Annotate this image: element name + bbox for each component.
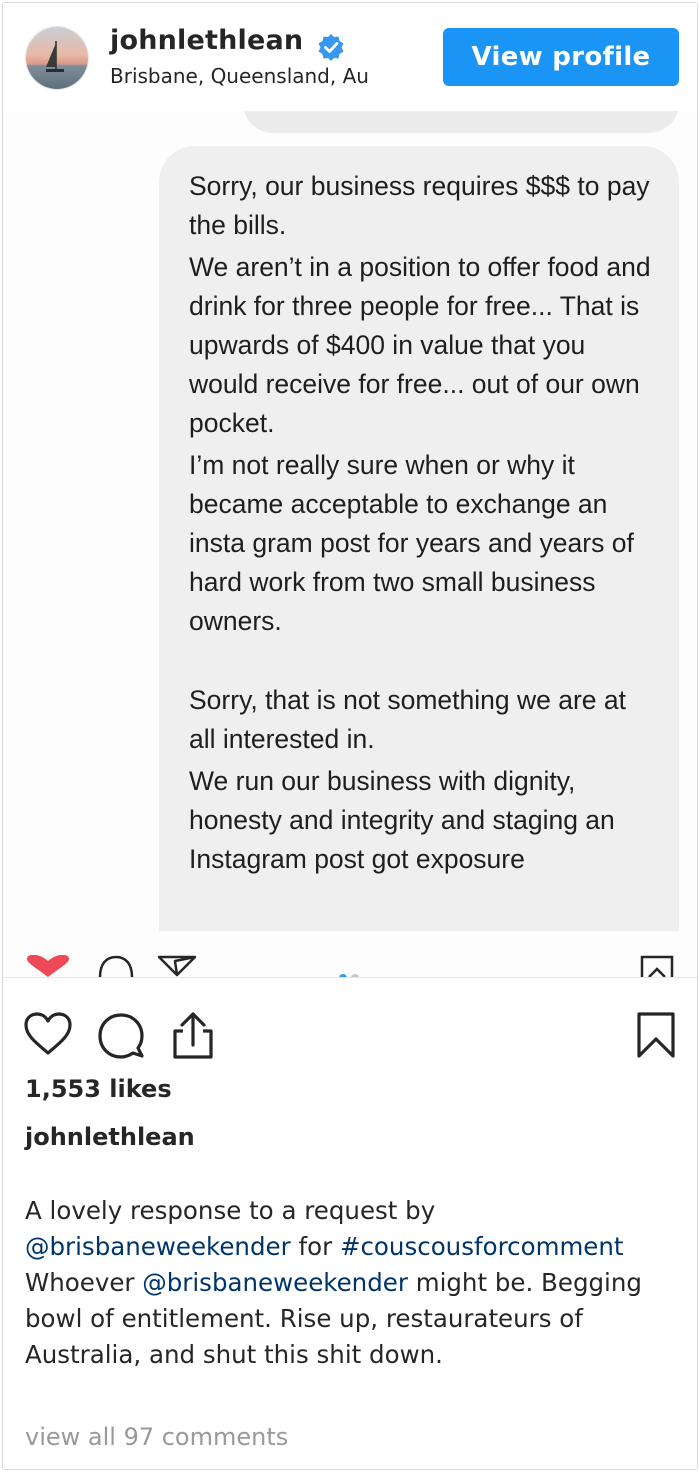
message-paragraph: We aren’t in a position to offer food an… — [189, 252, 651, 438]
post-location[interactable]: Brisbane, Queensland, Au — [110, 64, 425, 88]
view-profile-button[interactable]: View profile — [443, 28, 679, 86]
message-paragraph: Sorry, our business requires $$$ to pay … — [189, 171, 650, 240]
avatar[interactable] — [25, 26, 89, 90]
verified-badge-icon — [318, 34, 344, 61]
hashtag-link[interactable]: #couscousforcomment — [340, 1232, 624, 1261]
comment-icon — [98, 955, 134, 977]
bookmark-icon — [640, 955, 674, 977]
mention-link[interactable]: @brisbaneweekender — [25, 1232, 291, 1261]
carousel-indicator — [339, 967, 363, 977]
heart-icon[interactable] — [23, 1011, 73, 1057]
previous-message-bubble — [243, 111, 679, 133]
message-paragraph: Sorry, that is not something we are at a… — [189, 685, 626, 754]
likes-count[interactable]: 1,553 likes — [25, 1075, 172, 1103]
mention-link[interactable]: @brisbaneweekender — [142, 1268, 408, 1297]
post-header: johnlethlean Brisbane, Queensland, Au Vi… — [3, 3, 697, 111]
message-paragraph: We run our business with dignity, honest… — [189, 766, 615, 874]
username[interactable]: johnlethlean — [110, 25, 303, 56]
post-caption: A lovely response to a request by @brisb… — [25, 1193, 685, 1373]
share-icon[interactable] — [169, 1011, 217, 1061]
post-image[interactable]: Sorry, our business requires $$$ to pay … — [3, 111, 697, 977]
direct-icon — [157, 955, 197, 977]
image-inner-action-bar — [3, 947, 697, 977]
view-all-comments-link[interactable]: view all 97 comments — [25, 1423, 288, 1451]
message-paragraph: I’m not really sure when or why it becam… — [189, 450, 634, 636]
bookmark-icon[interactable] — [635, 1011, 677, 1059]
caption-text: for — [290, 1232, 340, 1261]
instagram-embed-card: johnlethlean Brisbane, Queensland, Au Vi… — [2, 2, 698, 1470]
post-actions — [3, 999, 697, 1069]
message-text: Sorry, our business requires $$$ to pay … — [189, 167, 659, 882]
heart-icon — [27, 955, 69, 977]
caption-text: A lovely response to a request by — [25, 1196, 436, 1225]
caption-author[interactable]: johnlethlean — [25, 1123, 195, 1151]
divider — [3, 977, 697, 978]
caption-text: Whoever — [25, 1268, 143, 1297]
comment-icon[interactable] — [97, 1011, 145, 1059]
